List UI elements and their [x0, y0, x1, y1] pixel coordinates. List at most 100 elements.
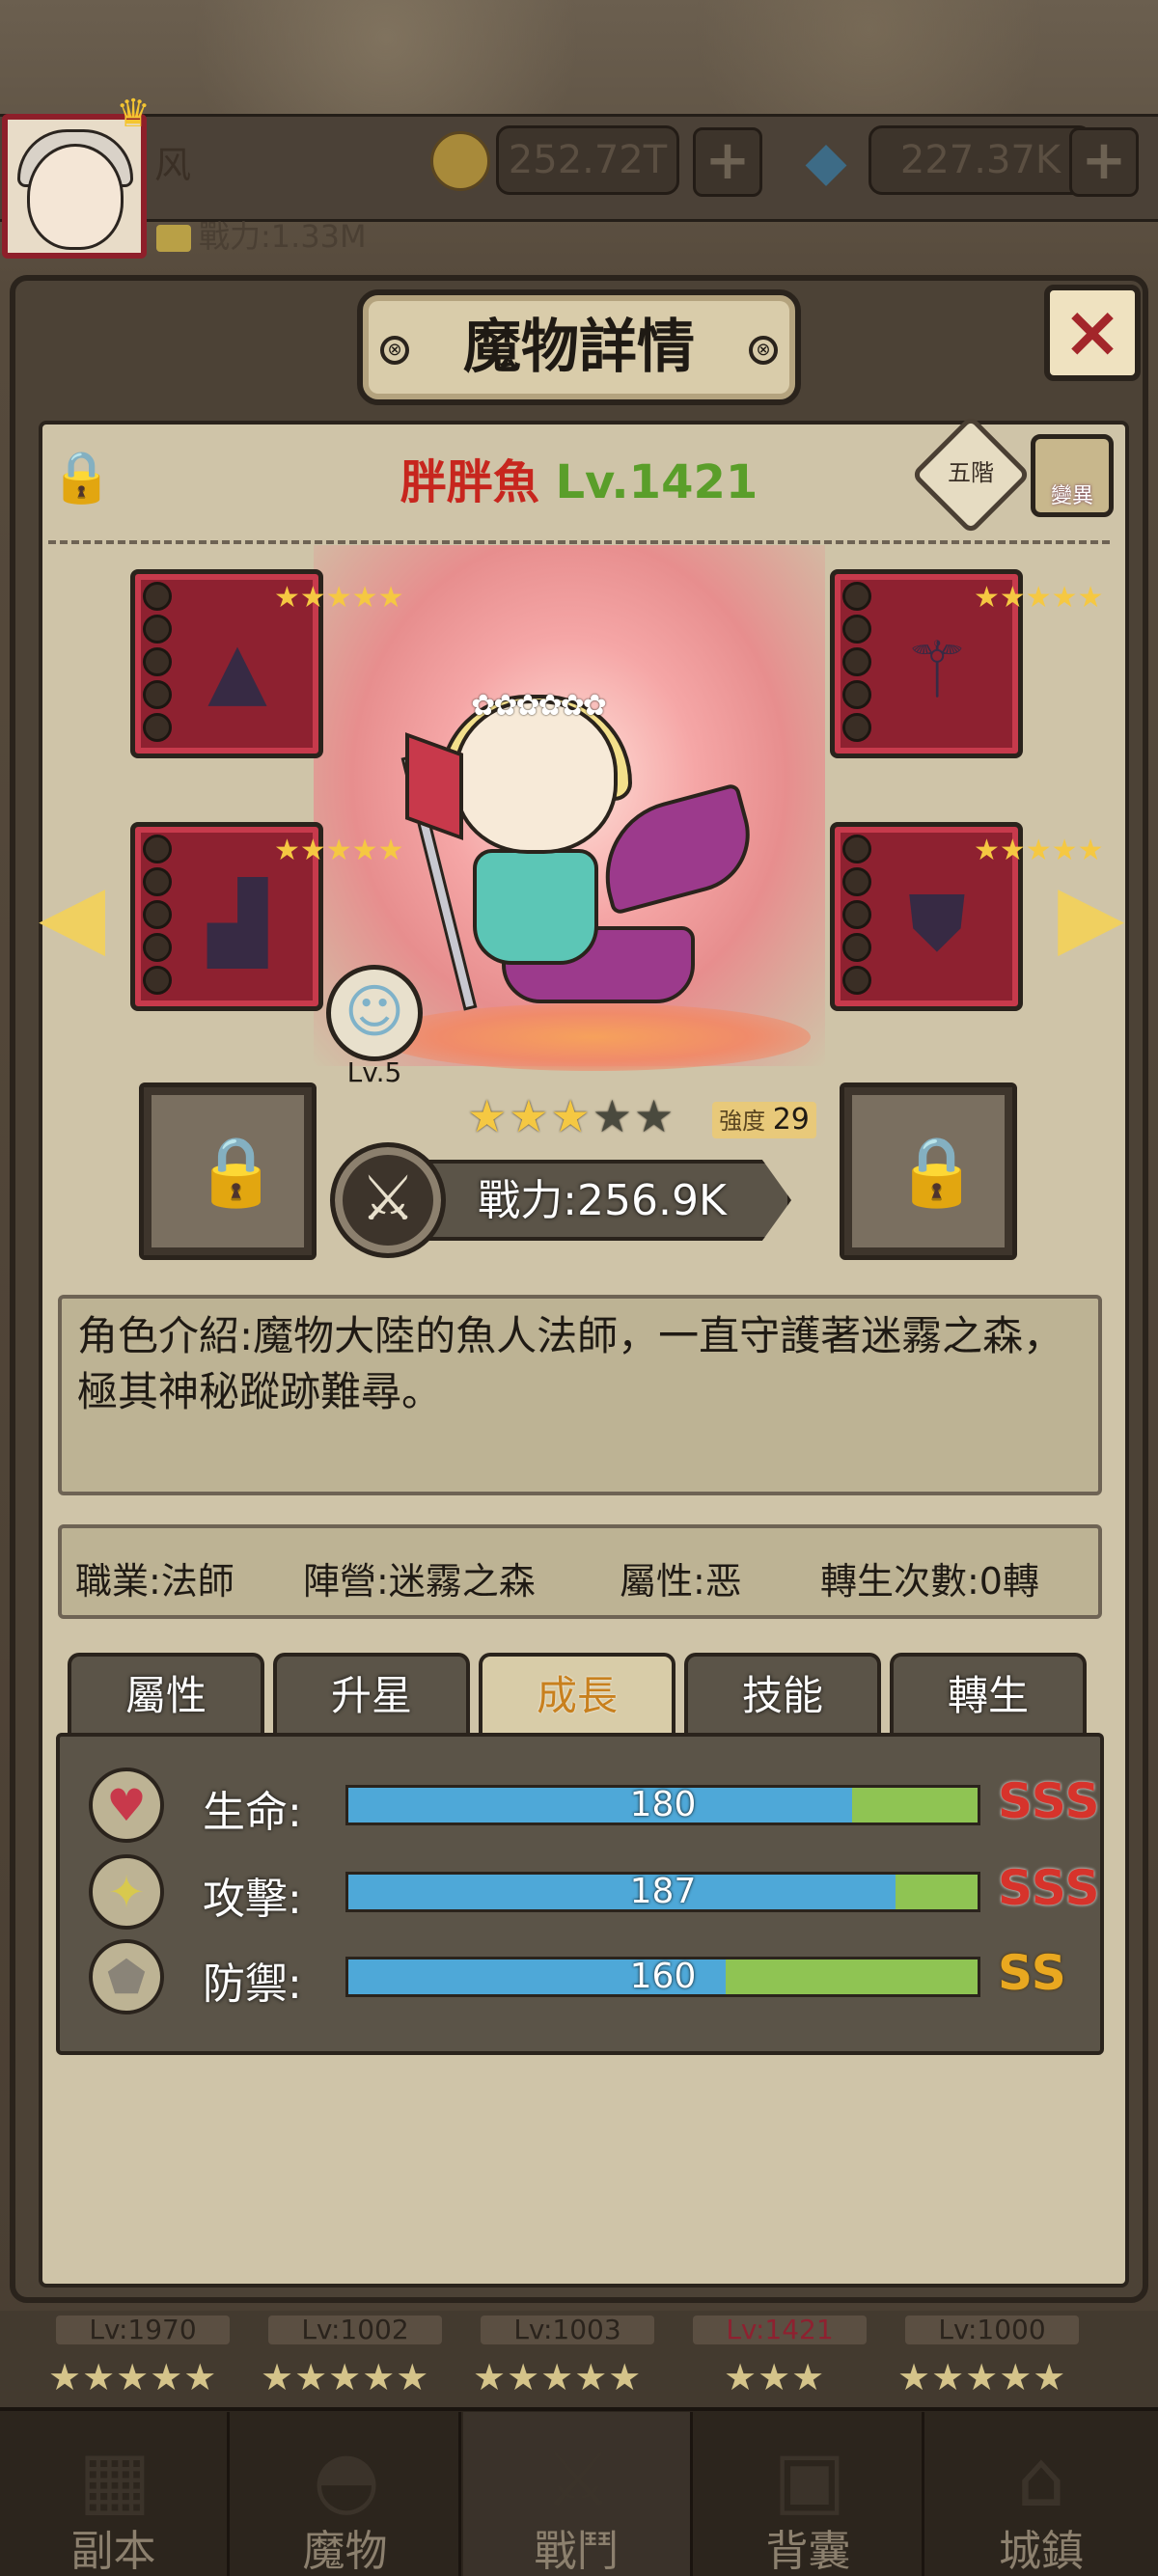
locked-slot-left[interactable]: 🔒	[139, 1082, 317, 1260]
equipment-slot-armor[interactable]: ★★★★★ ⛊	[830, 822, 1104, 1011]
armor-icon: ⛊	[908, 878, 966, 968]
equipment-stars: ★★★★★	[974, 581, 1104, 615]
character-description: 角色介紹:魔物大陸的魚人法師，一直守護著迷霧之森，極其神秘蹤跡難尋。	[58, 1295, 1102, 1495]
shop-icon: ⌂	[1016, 2434, 1066, 2524]
party-level: Lv:1002	[268, 2316, 442, 2344]
heart-icon: ♥	[89, 1768, 164, 1843]
gem-sockets	[143, 835, 176, 999]
bolt-icon: ⊗	[380, 336, 409, 365]
rank-label: 五階	[948, 459, 994, 486]
character-body	[473, 849, 598, 965]
party-level: Lv:1970	[56, 2316, 230, 2344]
previous-monster-arrow-icon[interactable]: ◀	[39, 863, 105, 970]
hp-grade: SSS	[998, 1773, 1101, 1829]
crown-icon: ♛	[116, 92, 151, 136]
party-level: Lv:1000	[905, 2316, 1079, 2344]
equipment-stars: ★★★★★	[974, 834, 1104, 867]
add-coins-button[interactable]: +	[693, 127, 762, 197]
bolt-icon: ⊗	[749, 336, 778, 365]
info-row: 職業:法師 陣營:迷霧之森 屬性:恶 轉生次數:0轉	[58, 1524, 1102, 1619]
backpack-icon: ▣	[773, 2434, 846, 2524]
shield-icon: ⬟	[89, 1939, 164, 2014]
sword-icon: ✦	[89, 1854, 164, 1930]
player-name: 风	[154, 144, 192, 186]
equipment-slot-boots[interactable]: ★★★★★ ▟	[130, 822, 404, 1011]
monster-level: Lv.1421	[555, 455, 758, 509]
hp-growth-bar: 180	[345, 1785, 980, 1825]
avatar-face	[27, 144, 124, 250]
map-icon: ▦	[78, 2434, 152, 2524]
party-level: Lv:1421	[693, 2316, 867, 2344]
camp-info: 陣營:迷霧之森	[303, 1560, 536, 1603]
gem-counter: 227.37K	[868, 125, 1092, 195]
witch-hat-icon: ▲	[207, 625, 267, 715]
padlock-icon: 🔒	[895, 1132, 979, 1211]
gem-sockets	[143, 582, 176, 746]
locked-slot-right[interactable]: 🔒	[840, 1082, 1017, 1260]
tab-growth[interactable]: 成長	[479, 1653, 676, 1736]
nav-backpack[interactable]: ▣ 背囊	[695, 2412, 924, 2576]
screen: { "player": { "name": "风", "power": "戰力:…	[0, 0, 1158, 2576]
tab-skills[interactable]: 技能	[684, 1653, 881, 1736]
tab-rebirth[interactable]: 轉生	[890, 1653, 1087, 1736]
hp-value: 180	[629, 1785, 697, 1824]
attack-label: 攻擊:	[203, 1875, 302, 1924]
monster-power: 戰力:256.9K	[478, 1176, 727, 1225]
nav-town[interactable]: ⌂ 城鎮	[926, 2412, 1156, 2576]
close-button[interactable]: ×	[1044, 285, 1141, 381]
star-filled: ★★★	[467, 1090, 593, 1142]
divider	[48, 540, 1110, 544]
nav-monsters[interactable]: ◓ 魔物	[232, 2412, 461, 2576]
nav-label: 戰鬥	[534, 2527, 620, 2576]
crossed-swords-icon: ⚔	[543, 2434, 613, 2524]
star-empty: ★★	[592, 1090, 676, 1142]
dialog-title-plate: 魔物詳情 ⊗ ⊗	[357, 289, 801, 405]
equipment-slot-weapon[interactable]: ★★★★★ ⚚	[830, 569, 1104, 758]
job-info: 職業:法師	[75, 1560, 234, 1603]
power-icon	[156, 225, 191, 252]
nav-dungeon[interactable]: ▦ 副本	[0, 2412, 230, 2576]
player-power: 戰力:1.33M	[156, 212, 367, 257]
attack-growth-bar: 187	[345, 1872, 980, 1912]
equipment-stars: ★★★★★	[274, 834, 404, 867]
party-stars: ★★★	[724, 2356, 826, 2398]
monster-star-rating: ★★★★★	[467, 1092, 676, 1140]
strength-badge: 強度 29	[712, 1102, 816, 1138]
hp-label: 生命:	[203, 1788, 302, 1837]
nav-label: 城鎮	[999, 2527, 1084, 2576]
nav-label: 背囊	[765, 2527, 851, 2576]
defense-growth-bar: 160	[345, 1957, 980, 1997]
gem-icon: ◆	[805, 130, 847, 193]
add-gems-button[interactable]: +	[1069, 127, 1139, 197]
defense-value: 160	[629, 1957, 697, 1996]
tab-star-up[interactable]: 升星	[273, 1653, 470, 1736]
player-power-text: 戰力:1.33M	[199, 218, 367, 255]
tab-attributes[interactable]: 屬性	[68, 1653, 264, 1736]
coin-counter: 252.72T	[496, 125, 679, 195]
character-platform	[376, 1003, 811, 1071]
defense-label: 防禦:	[203, 1959, 302, 2009]
coin-icon	[430, 131, 490, 191]
nav-label: 副本	[70, 2527, 156, 2576]
helmet-icon: ◓	[313, 2434, 380, 2524]
dialog-title: 魔物詳情	[463, 314, 695, 381]
scepter-icon: ⚚	[902, 625, 972, 715]
attack-grade: SSS	[998, 1860, 1101, 1916]
attribute-info: 屬性:恶	[620, 1560, 742, 1603]
next-monster-arrow-icon[interactable]: ▶	[1058, 863, 1124, 970]
monster-name: 胖胖魚	[400, 455, 539, 509]
equipment-slot-hat[interactable]: ★★★★★ ▲	[130, 569, 403, 758]
mutation-label: 變異	[1050, 484, 1093, 508]
party-stars: ★★★★★	[897, 2356, 1067, 2398]
nav-battle[interactable]: ⚔ 戰鬥	[463, 2412, 693, 2576]
boots-icon: ▟	[207, 878, 267, 968]
padlock-icon: 🔒	[194, 1132, 279, 1211]
crossed-swords-icon: ⚔	[330, 1142, 446, 1258]
party-stars: ★★★★★	[48, 2356, 218, 2398]
flower-crown-icon: ✿✿✿✿✿✿	[471, 689, 607, 723]
gem-sockets	[842, 582, 875, 746]
pet-avatar[interactable]: ☺	[326, 965, 423, 1061]
strength-label: 強度	[719, 1108, 766, 1135]
party-stars: ★★★★★	[473, 2356, 643, 2398]
nav-label: 魔物	[302, 2527, 388, 2576]
